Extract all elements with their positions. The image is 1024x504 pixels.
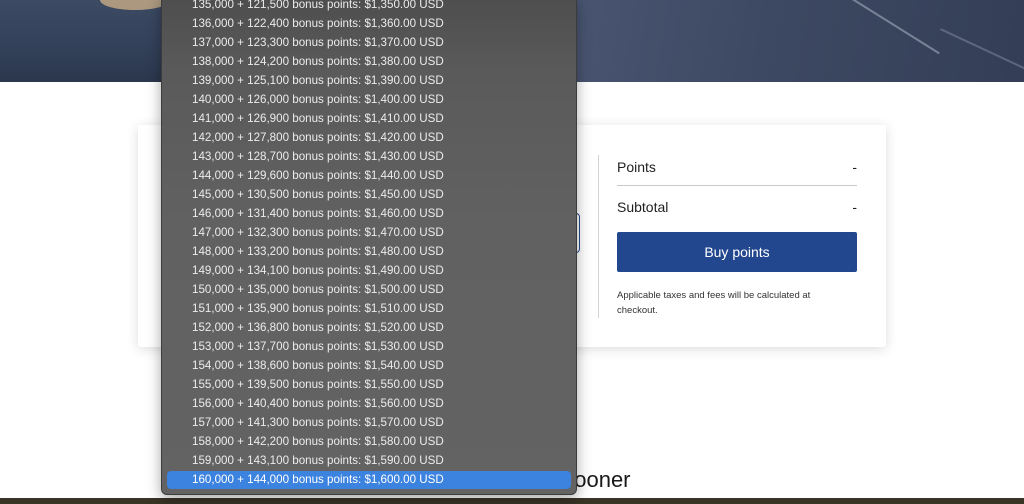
points-label: Points <box>617 159 656 175</box>
buy-points-button[interactable]: Buy points <box>617 232 857 272</box>
dropdown-option[interactable]: 147,000 + 132,300 bonus points: $1,470.0… <box>167 224 571 242</box>
dropdown-option[interactable]: 146,000 + 131,400 bonus points: $1,460.0… <box>167 205 571 223</box>
points-value: - <box>852 159 857 175</box>
subtotal-label: Subtotal <box>617 199 669 215</box>
footer-image-strip <box>0 498 1024 504</box>
summary-divider <box>617 185 857 186</box>
dropdown-option[interactable]: 150,000 + 135,000 bonus points: $1,500.0… <box>167 281 571 299</box>
dropdown-option[interactable]: 139,000 + 125,100 bonus points: $1,390.0… <box>167 72 571 90</box>
dropdown-option-selected[interactable]: 160,000 + 144,000 bonus points: $1,600.0… <box>167 471 571 489</box>
dropdown-option[interactable]: 157,000 + 141,300 bonus points: $1,570.0… <box>167 414 571 432</box>
subtotal-row: Subtotal - <box>617 199 857 215</box>
points-row: Points - <box>617 159 857 175</box>
page: Points - Subtotal - Buy points Applicabl… <box>0 0 1024 504</box>
dropdown-option[interactable]: 136,000 + 122,400 bonus points: $1,360.0… <box>167 15 571 33</box>
dropdown-option[interactable]: 159,000 + 143,100 bonus points: $1,590.0… <box>167 452 571 470</box>
points-package-dropdown[interactable]: 135,000 + 121,500 bonus points: $1,350.0… <box>161 0 577 495</box>
dropdown-option[interactable]: 153,000 + 137,700 bonus points: $1,530.0… <box>167 338 571 356</box>
dropdown-option[interactable]: 138,000 + 124,200 bonus points: $1,380.0… <box>167 53 571 71</box>
dropdown-option[interactable]: 149,000 + 134,100 bonus points: $1,490.0… <box>167 262 571 280</box>
card-divider <box>598 155 599 318</box>
hero-sand-detail <box>100 0 170 10</box>
dropdown-option[interactable]: 155,000 + 139,500 bonus points: $1,550.0… <box>167 376 571 394</box>
taxes-note: Applicable taxes and fees will be calcul… <box>617 290 811 316</box>
subtotal-value: - <box>852 199 857 215</box>
dropdown-option[interactable]: 151,000 + 135,900 bonus points: $1,510.0… <box>167 300 571 318</box>
dropdown-option[interactable]: 144,000 + 129,600 bonus points: $1,440.0… <box>167 167 571 185</box>
dropdown-option[interactable]: 148,000 + 133,200 bonus points: $1,480.0… <box>167 243 571 261</box>
dropdown-option[interactable]: 141,000 + 126,900 bonus points: $1,410.0… <box>167 110 571 128</box>
dropdown-option[interactable]: 142,000 + 127,800 bonus points: $1,420.0… <box>167 129 571 147</box>
dropdown-option[interactable]: 154,000 + 138,600 bonus points: $1,540.0… <box>167 357 571 375</box>
dropdown-option[interactable]: 143,000 + 128,700 bonus points: $1,430.0… <box>167 148 571 166</box>
dropdown-option[interactable]: 135,000 + 121,500 bonus points: $1,350.0… <box>167 0 571 14</box>
dropdown-option[interactable]: 140,000 + 126,000 bonus points: $1,400.0… <box>167 91 571 109</box>
dropdown-option[interactable]: 152,000 + 136,800 bonus points: $1,520.0… <box>167 319 571 337</box>
hero-pavement <box>560 0 1024 82</box>
dropdown-option[interactable]: 145,000 + 130,500 bonus points: $1,450.0… <box>167 186 571 204</box>
dropdown-option[interactable]: 158,000 + 142,200 bonus points: $1,580.0… <box>167 433 571 451</box>
dropdown-option[interactable]: 156,000 + 140,400 bonus points: $1,560.0… <box>167 395 571 413</box>
dropdown-option[interactable]: 137,000 + 123,300 bonus points: $1,370.0… <box>167 34 571 52</box>
